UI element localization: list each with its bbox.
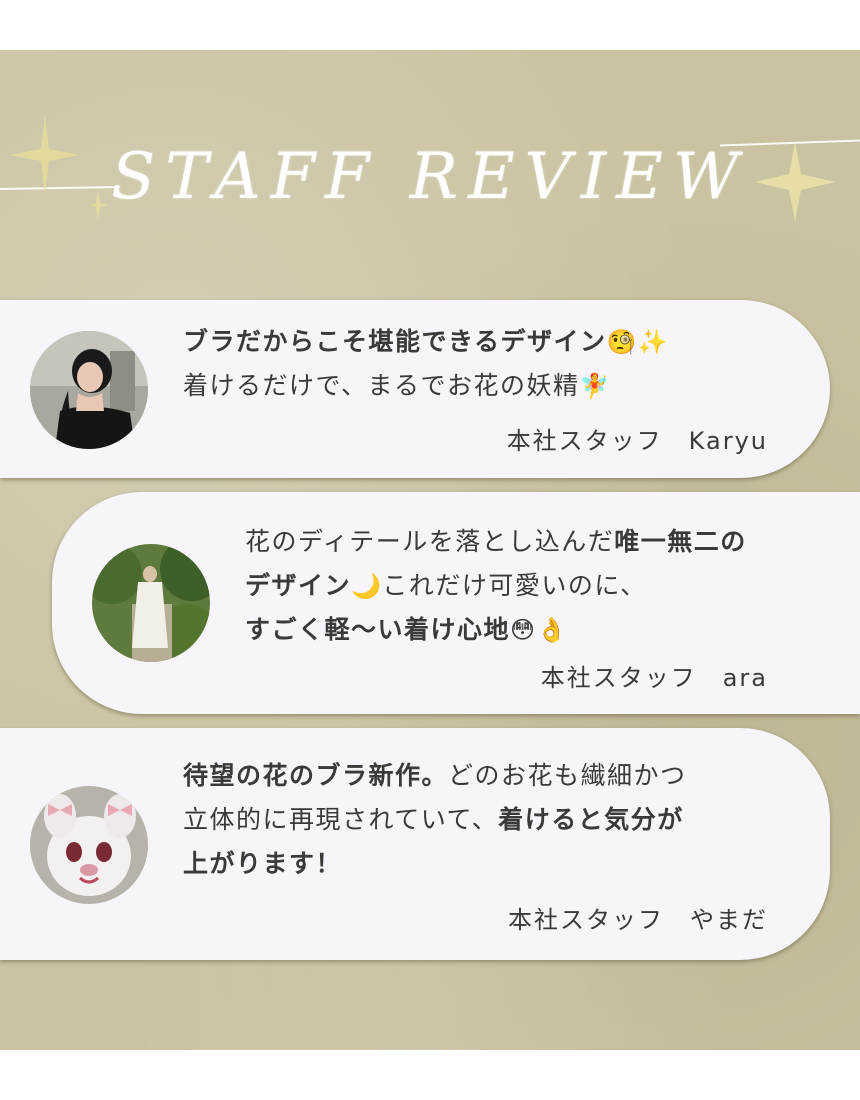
- review-highlight: 待望の花のブラ新作。: [183, 761, 449, 790]
- crescent-moon-emoji-icon: 🌙: [351, 572, 383, 600]
- review-text: ブラだからこそ堪能できるデザイン🧐✨ 着けるだけで、まるでお花の妖精🧚: [183, 320, 669, 408]
- review-line: どのお花も繊細かつ: [448, 761, 687, 790]
- review-card: 待望の花のブラ新作。どのお花も繊細かつ 立体的に再現されていて、着けると気分が …: [0, 728, 830, 960]
- review-highlight: ブラだからこそ堪能できるデザイン: [183, 327, 607, 356]
- review-card: ブラだからこそ堪能できるデザイン🧐✨ 着けるだけで、まるでお花の妖精🧚 本社スタ…: [0, 300, 830, 478]
- review-text: 花のディテールを落とし込んだ唯一無二の デザイン🌙これだけ可愛いのに、 すごく軽…: [245, 520, 747, 652]
- flushed-ok-emoji-icon: 😳👌: [510, 616, 568, 644]
- review-highlight: 着けると気分が: [498, 805, 684, 834]
- staff-signature: 本社スタッフ Karyu: [506, 427, 768, 455]
- review-line: これだけ可愛いのに、: [382, 571, 647, 600]
- staff-signature: 本社スタッフ ara: [540, 664, 768, 692]
- review-line: 花のディテールを落とし込んだ: [245, 527, 615, 556]
- fairy-emoji-icon: 🧚: [579, 372, 611, 400]
- review-highlight: 唯一無二の: [614, 527, 747, 556]
- review-card: 花のディテールを落とし込んだ唯一無二の デザイン🌙これだけ可愛いのに、 すごく軽…: [52, 492, 860, 714]
- review-highlight: 上がります！: [183, 849, 343, 878]
- avatar: [30, 786, 148, 904]
- review-highlight: すごく軽〜い着け心地: [245, 615, 511, 644]
- monocle-sparkle-emoji-icon: 🧐✨: [606, 328, 670, 356]
- review-highlight: デザイン: [245, 571, 352, 600]
- staff-signature: 本社スタッフ やまだ: [508, 906, 768, 934]
- review-text: 待望の花のブラ新作。どのお花も繊細かつ 立体的に再現されていて、着けると気分が …: [183, 754, 687, 886]
- avatar: [92, 544, 210, 662]
- avatar: [30, 331, 148, 449]
- review-panel: STAFF REVIEW ブラだからこそ堪能できるデザイン🧐✨ 着けるだけで、ま…: [0, 50, 860, 1050]
- page-title: STAFF REVIEW: [111, 140, 749, 214]
- review-line: 立体的に再現されていて、: [183, 805, 499, 834]
- review-line: 着けるだけで、まるでお花の妖精: [183, 371, 580, 400]
